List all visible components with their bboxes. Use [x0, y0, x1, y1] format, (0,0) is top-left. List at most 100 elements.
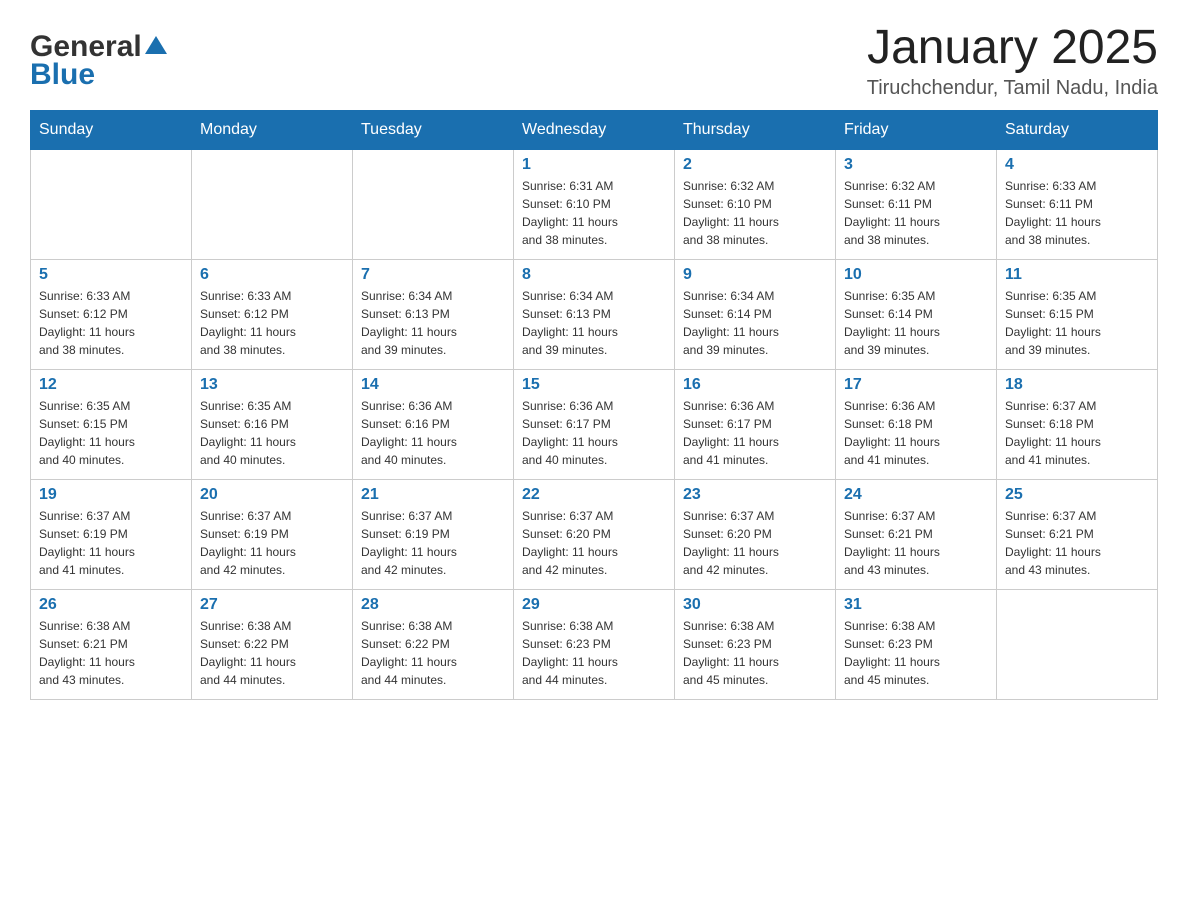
calendar-cell	[31, 150, 192, 260]
calendar-cell: 7 Sunrise: 6:34 AMSunset: 6:13 PMDaylight…	[353, 260, 514, 370]
calendar-cell	[192, 150, 353, 260]
day-number: 21	[361, 486, 505, 504]
day-number: 25	[1005, 486, 1149, 504]
calendar-week-row: 5Sunrise: 6:33 AMSunset: 6:12 PMDaylight…	[31, 260, 1158, 370]
day-number: 14	[361, 376, 505, 394]
day-number: 26	[39, 596, 183, 614]
day-info: Sunrise: 6:35 AMSunset: 6:16 PMDaylight:…	[200, 397, 344, 469]
day-number: 9	[683, 266, 827, 284]
day-info: Sunrise: 6:38 AMSunset: 6:23 PMDaylight:…	[844, 617, 988, 689]
calendar-cell: 18 Sunrise: 6:37 AMSunset: 6:18 PMDayligh…	[997, 370, 1158, 480]
col-header-monday: Monday	[192, 111, 353, 150]
day-info: Sunrise: 6:37 AMSunset: 6:20 PMDaylight:…	[683, 507, 827, 579]
calendar-cell: 15 Sunrise: 6:36 AMSunset: 6:17 PMDayligh…	[514, 370, 675, 480]
calendar-cell: 23 Sunrise: 6:37 AMSunset: 6:20 PMDayligh…	[675, 480, 836, 590]
day-number: 7	[361, 266, 505, 284]
day-number: 27	[200, 596, 344, 614]
calendar-cell: 8Sunrise: 6:34 AMSunset: 6:13 PMDaylight…	[514, 260, 675, 370]
col-header-tuesday: Tuesday	[353, 111, 514, 150]
day-info: Sunrise: 6:32 AMSunset: 6:10 PMDaylight:…	[683, 177, 827, 249]
calendar-cell: 12 Sunrise: 6:35 AMSunset: 6:15 PMDayligh…	[31, 370, 192, 480]
day-info: Sunrise: 6:34 AMSunset: 6:14 PMDaylight:…	[683, 287, 827, 359]
calendar-cell: 21 Sunrise: 6:37 AMSunset: 6:19 PMDayligh…	[353, 480, 514, 590]
day-number: 1	[522, 156, 666, 174]
day-number: 19	[39, 486, 183, 504]
col-header-wednesday: Wednesday	[514, 111, 675, 150]
day-number: 31	[844, 596, 988, 614]
day-number: 17	[844, 376, 988, 394]
calendar-cell: 5Sunrise: 6:33 AMSunset: 6:12 PMDaylight…	[31, 260, 192, 370]
day-number: 10	[844, 266, 988, 284]
day-info: Sunrise: 6:38 AMSunset: 6:22 PMDaylight:…	[200, 617, 344, 689]
day-info: Sunrise: 6:33 AMSunset: 6:12 PMDaylight:…	[39, 287, 183, 359]
day-number: 18	[1005, 376, 1149, 394]
calendar-cell: 30 Sunrise: 6:38 AMSunset: 6:23 PMDayligh…	[675, 590, 836, 700]
day-info: Sunrise: 6:36 AMSunset: 6:16 PMDaylight:…	[361, 397, 505, 469]
day-info: Sunrise: 6:38 AMSunset: 6:22 PMDaylight:…	[361, 617, 505, 689]
month-title: January 2025	[867, 20, 1158, 75]
calendar-cell: 16 Sunrise: 6:36 AMSunset: 6:17 PMDayligh…	[675, 370, 836, 480]
day-info: Sunrise: 6:37 AMSunset: 6:19 PMDaylight:…	[39, 507, 183, 579]
calendar-cell: 9 Sunrise: 6:34 AMSunset: 6:14 PMDaylight…	[675, 260, 836, 370]
day-number: 3	[844, 156, 988, 174]
day-number: 23	[683, 486, 827, 504]
calendar-cell: 13 Sunrise: 6:35 AMSunset: 6:16 PMDayligh…	[192, 370, 353, 480]
title-area: January 2025 Tiruchchendur, Tamil Nadu, …	[867, 20, 1158, 100]
calendar-cell: 19 Sunrise: 6:37 AMSunset: 6:19 PMDayligh…	[31, 480, 192, 590]
day-number: 4	[1005, 156, 1149, 174]
day-info: Sunrise: 6:33 AMSunset: 6:12 PMDaylight:…	[200, 287, 344, 359]
day-info: Sunrise: 6:37 AMSunset: 6:19 PMDaylight:…	[200, 507, 344, 579]
day-info: Sunrise: 6:36 AMSunset: 6:18 PMDaylight:…	[844, 397, 988, 469]
day-number: 13	[200, 376, 344, 394]
day-number: 20	[200, 486, 344, 504]
calendar-cell: 4 Sunrise: 6:33 AMSunset: 6:11 PMDaylight…	[997, 150, 1158, 260]
calendar-week-row: 1 Sunrise: 6:31 AMSunset: 6:10 PMDaylight…	[31, 150, 1158, 260]
calendar-cell: 20 Sunrise: 6:37 AMSunset: 6:19 PMDayligh…	[192, 480, 353, 590]
day-number: 29	[522, 596, 666, 614]
calendar-cell: 10 Sunrise: 6:35 AMSunset: 6:14 PMDayligh…	[836, 260, 997, 370]
calendar-cell: 3 Sunrise: 6:32 AMSunset: 6:11 PMDaylight…	[836, 150, 997, 260]
day-info: Sunrise: 6:33 AMSunset: 6:11 PMDaylight:…	[1005, 177, 1149, 249]
calendar-cell	[997, 590, 1158, 700]
col-header-thursday: Thursday	[675, 111, 836, 150]
calendar-cell: 26Sunrise: 6:38 AMSunset: 6:21 PMDayligh…	[31, 590, 192, 700]
day-number: 15	[522, 376, 666, 394]
calendar-week-row: 12 Sunrise: 6:35 AMSunset: 6:15 PMDayligh…	[31, 370, 1158, 480]
day-info: Sunrise: 6:37 AMSunset: 6:21 PMDaylight:…	[1005, 507, 1149, 579]
day-info: Sunrise: 6:38 AMSunset: 6:23 PMDaylight:…	[683, 617, 827, 689]
day-info: Sunrise: 6:32 AMSunset: 6:11 PMDaylight:…	[844, 177, 988, 249]
calendar-cell: 24Sunrise: 6:37 AMSunset: 6:21 PMDayligh…	[836, 480, 997, 590]
col-header-friday: Friday	[836, 111, 997, 150]
day-info: Sunrise: 6:37 AMSunset: 6:21 PMDaylight:…	[844, 507, 988, 579]
calendar-cell	[353, 150, 514, 260]
day-info: Sunrise: 6:37 AMSunset: 6:19 PMDaylight:…	[361, 507, 505, 579]
day-info: Sunrise: 6:35 AMSunset: 6:14 PMDaylight:…	[844, 287, 988, 359]
day-number: 30	[683, 596, 827, 614]
day-number: 11	[1005, 266, 1149, 284]
day-info: Sunrise: 6:36 AMSunset: 6:17 PMDaylight:…	[522, 397, 666, 469]
day-info: Sunrise: 6:35 AMSunset: 6:15 PMDaylight:…	[39, 397, 183, 469]
day-number: 28	[361, 596, 505, 614]
calendar-cell: 2 Sunrise: 6:32 AMSunset: 6:10 PMDaylight…	[675, 150, 836, 260]
col-header-saturday: Saturday	[997, 111, 1158, 150]
logo-blue: Blue	[30, 58, 95, 92]
day-info: Sunrise: 6:36 AMSunset: 6:17 PMDaylight:…	[683, 397, 827, 469]
day-info: Sunrise: 6:37 AMSunset: 6:20 PMDaylight:…	[522, 507, 666, 579]
calendar-cell: 22Sunrise: 6:37 AMSunset: 6:20 PMDayligh…	[514, 480, 675, 590]
calendar-cell: 31 Sunrise: 6:38 AMSunset: 6:23 PMDayligh…	[836, 590, 997, 700]
day-info: Sunrise: 6:35 AMSunset: 6:15 PMDaylight:…	[1005, 287, 1149, 359]
day-info: Sunrise: 6:34 AMSunset: 6:13 PMDaylight:…	[361, 287, 505, 359]
calendar-week-row: 26Sunrise: 6:38 AMSunset: 6:21 PMDayligh…	[31, 590, 1158, 700]
calendar-cell: 14 Sunrise: 6:36 AMSunset: 6:16 PMDayligh…	[353, 370, 514, 480]
col-header-sunday: Sunday	[31, 111, 192, 150]
calendar-cell: 28 Sunrise: 6:38 AMSunset: 6:22 PMDayligh…	[353, 590, 514, 700]
day-number: 16	[683, 376, 827, 394]
calendar-week-row: 19 Sunrise: 6:37 AMSunset: 6:19 PMDayligh…	[31, 480, 1158, 590]
logo: General Blue	[30, 30, 167, 92]
day-info: Sunrise: 6:37 AMSunset: 6:18 PMDaylight:…	[1005, 397, 1149, 469]
day-number: 2	[683, 156, 827, 174]
day-number: 12	[39, 376, 183, 394]
day-number: 8	[522, 266, 666, 284]
day-info: Sunrise: 6:38 AMSunset: 6:23 PMDaylight:…	[522, 617, 666, 689]
day-info: Sunrise: 6:31 AMSunset: 6:10 PMDaylight:…	[522, 177, 666, 249]
